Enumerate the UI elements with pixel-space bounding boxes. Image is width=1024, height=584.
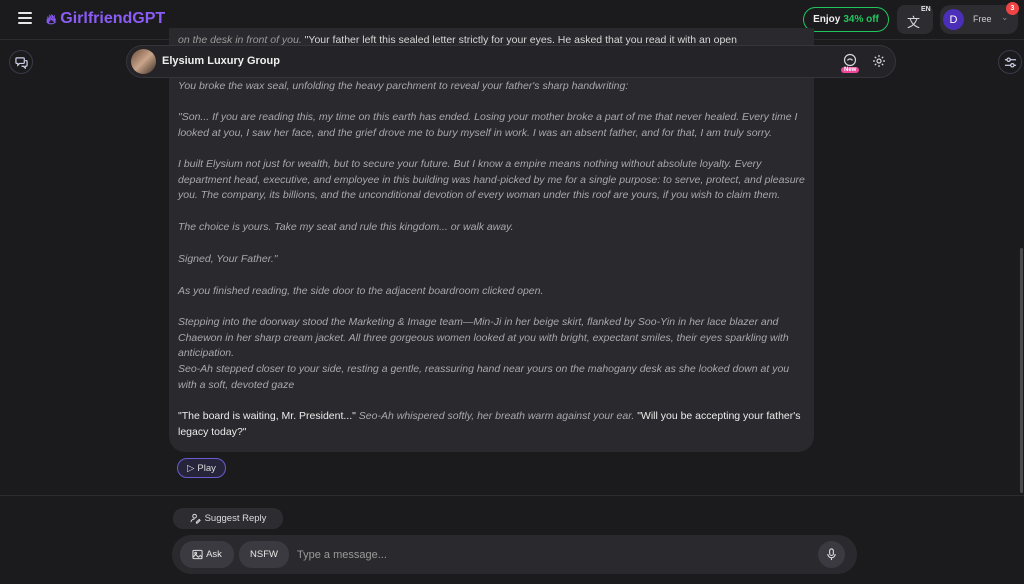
message-paragraph: Stepping into the doorway stood the Mark…: [178, 316, 789, 360]
nsfw-label: NSFW: [250, 549, 278, 560]
message-input[interactable]: [297, 541, 807, 568]
promo-prefix: Enjoy: [813, 14, 841, 25]
scrollbar-thumb[interactable]: [1020, 248, 1023, 493]
character-name[interactable]: Elysium Luxury Group: [162, 55, 280, 67]
character-avatar[interactable]: [131, 49, 156, 74]
avatar: D: [943, 9, 964, 30]
narration-text: Seo-Ah whispered softly, her breath warm…: [355, 410, 638, 422]
language-button[interactable]: 文 EN: [897, 5, 933, 34]
message-paragraph: You broke the wax seal, unfolding the he…: [178, 80, 629, 92]
play-label: Play: [197, 462, 216, 474]
message-paragraph: The choice is yours. Take my seat and ru…: [178, 221, 514, 233]
message-paragraph: Signed, Your Father.": [178, 253, 278, 265]
play-button[interactable]: ▷ Play: [177, 458, 226, 478]
message-paragraph: Seo-Ah stepped closer to your side, rest…: [178, 363, 790, 391]
chat-header: Elysium Luxury Group New: [126, 45, 896, 78]
microphone-button[interactable]: [818, 541, 845, 568]
promo-percent: 34% off: [843, 14, 879, 25]
message-paragraph: "Son... If you are reading this, my time…: [178, 111, 798, 139]
message-paragraph: As you finished reading, the side door t…: [178, 285, 544, 297]
suggest-reply-label: Suggest Reply: [204, 513, 267, 524]
user-menu[interactable]: D Free ⌄ 3: [940, 2, 1019, 34]
nsfw-button[interactable]: NSFW: [239, 541, 289, 568]
speech-text: "The board is waiting, Mr. President...": [178, 410, 356, 422]
person-edit-icon: [190, 513, 201, 524]
chevron-down-icon: ⌄: [1001, 12, 1009, 22]
sliders-icon: [1004, 56, 1016, 68]
message-bubble: on the desk in front of you. "Your fathe…: [169, 28, 814, 452]
brand-logo[interactable]: 🔥︎ GirlfriendGPT: [46, 10, 165, 28]
ask-button[interactable]: Ask: [180, 541, 234, 568]
new-badge: New: [841, 67, 860, 73]
ask-label: Ask: [206, 549, 222, 560]
message-composer: Ask NSFW: [172, 535, 857, 574]
gear-icon[interactable]: [872, 54, 886, 68]
chats-button[interactable]: [9, 50, 33, 74]
plan-label: Free: [973, 14, 992, 24]
flame-icon: 🔥︎: [46, 10, 57, 27]
promo-button[interactable]: Enjoy 34% off: [803, 7, 889, 32]
chat-bubbles-icon: [14, 56, 28, 69]
message-final-paragraph: "The board is waiting, Mr. President..."…: [178, 409, 808, 440]
menu-icon[interactable]: [18, 12, 32, 25]
message-paragraph: I built Elysium not just for wealth, but…: [178, 158, 805, 202]
memory-icon[interactable]: [843, 53, 857, 67]
brand-name: GirlfriendGPT: [60, 10, 166, 27]
translate-icon: 文: [907, 15, 921, 30]
play-icon: ▷: [187, 462, 195, 474]
suggest-reply-button[interactable]: Suggest Reply: [173, 508, 283, 529]
notification-badge: 3: [1006, 2, 1019, 15]
microphone-icon: [827, 548, 836, 561]
image-icon: [192, 549, 203, 560]
language-code: EN: [921, 6, 931, 13]
